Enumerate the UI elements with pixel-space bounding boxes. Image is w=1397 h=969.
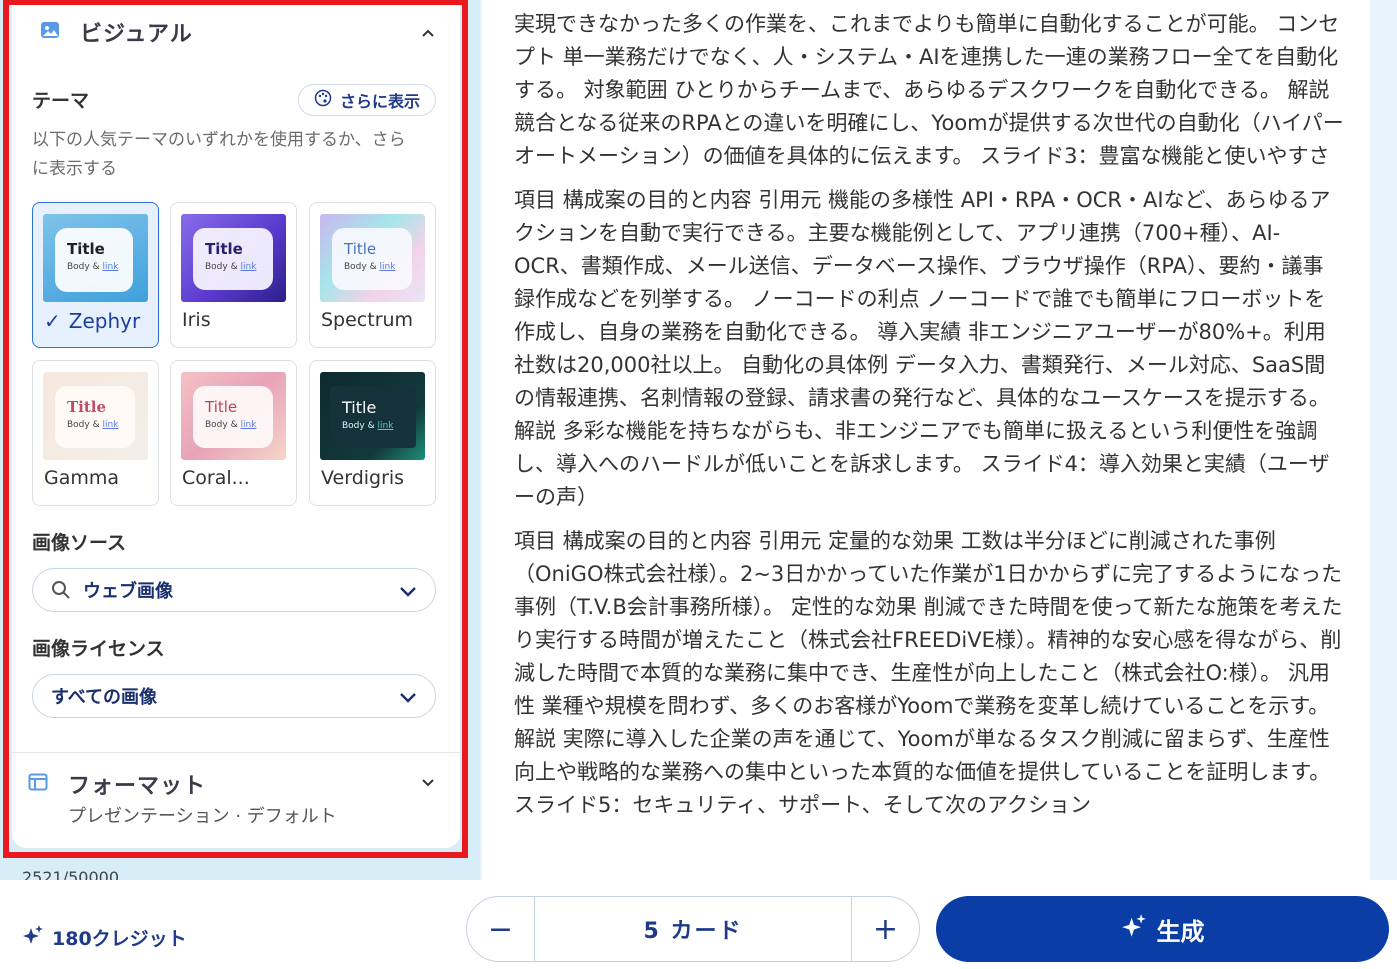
theme-description: 以下の人気テーマのいずれかを使用するか、さらに表示する [32,130,406,179]
image-license-label: 画像ライセンス [32,638,165,660]
image-source-label: 画像ソース [32,532,127,554]
sparkle-icon [1121,913,1147,945]
decrease-button[interactable]: − [467,897,535,961]
show-more-themes-button[interactable]: さらに表示 [298,84,436,116]
theme-preview-coral: Title Body & link [181,372,286,460]
theme-name-iris: Iris [182,309,211,331]
bottom-bar: 180クレジット − 5 カード + 生成 [0,880,1397,969]
theme-card-iris[interactable]: Title Body & link Iris [170,202,297,348]
theme-preview-zephyr: Title Body & link [43,214,148,302]
outline-text-area[interactable]: 実現できなかった多くの作業を、これまでよりも簡単に自動化することが可能。 コンセ… [482,0,1370,880]
format-section-header[interactable]: フォーマット [28,768,206,800]
format-section-title: フォーマット [68,774,207,799]
scrollbar[interactable] [1370,0,1397,880]
search-icon [51,580,71,600]
sparkle-icon [22,924,44,951]
theme-name-spectrum: Spectrum [321,309,414,331]
generate-button[interactable]: 生成 [936,896,1389,962]
theme-name-gamma: Gamma [44,467,120,489]
chevron-down-icon [399,689,417,710]
visual-section-title: ビジュアル [80,22,193,47]
outline-paragraph: 項目 構成案の目的と内容 引用元 定量的な効果 工数は半分ほどに削減された事例（… [514,529,1343,817]
section-divider [12,752,460,753]
layout-icon [28,772,48,796]
theme-name-coral: Coral... [182,467,250,489]
theme-card-gamma[interactable]: Title Body & link Gamma [32,360,159,506]
theme-preview-iris: Title Body & link [181,214,286,302]
increase-button[interactable]: + [851,897,919,961]
chevron-down-icon[interactable] [421,776,435,790]
theme-preview-spectrum: Title Body & link [320,214,425,302]
chevron-down-icon [399,583,417,604]
card-count-value: 5 カード [643,919,743,944]
image-source-dropdown[interactable]: ウェブ画像 [32,568,436,612]
palette-icon [314,89,332,111]
chevron-up-icon[interactable] [421,26,435,40]
image-license-dropdown[interactable]: すべての画像 [32,674,436,718]
image-icon [40,20,60,44]
outline-paragraph: 実現できなかった多くの作業を、これまでよりも簡単に自動化することが可能。 コンセ… [514,12,1344,168]
generate-label: 生成 [1156,917,1205,946]
outline-paragraph: 項目 構成案の目的と内容 引用元 機能の多様性 API・RPA・OCR・AIなど… [514,188,1331,509]
theme-label: テーマ [32,90,90,112]
image-license-value: すべての画像 [51,687,158,708]
theme-card-zephyr[interactable]: Title Body & link ✓ Zephyr [32,202,159,348]
credits-label: 180クレジット [52,928,187,950]
checkmark-icon: ✓ [44,309,61,333]
theme-preview-verdigris: Title Body & link [320,372,425,460]
theme-card-coral[interactable]: Title Body & link Coral... [170,360,297,506]
visual-section-header[interactable]: ビジュアル [40,16,193,48]
theme-name-zephyr: ✓ Zephyr [44,309,141,333]
card-count-stepper: − 5 カード + [466,896,920,962]
credits-display[interactable]: 180クレジット [22,924,187,951]
theme-preview-gamma: Title Body & link [43,372,148,460]
format-subtitle: プレゼンテーション · デフォルト [68,806,337,827]
show-more-label: さらに表示 [339,92,420,111]
theme-card-spectrum[interactable]: Title Body & link Spectrum [309,202,436,348]
theme-card-verdigris[interactable]: Title Body & link Verdigris [309,360,436,506]
image-source-value: ウェブ画像 [83,581,173,602]
theme-name-verdigris: Verdigris [321,467,405,489]
